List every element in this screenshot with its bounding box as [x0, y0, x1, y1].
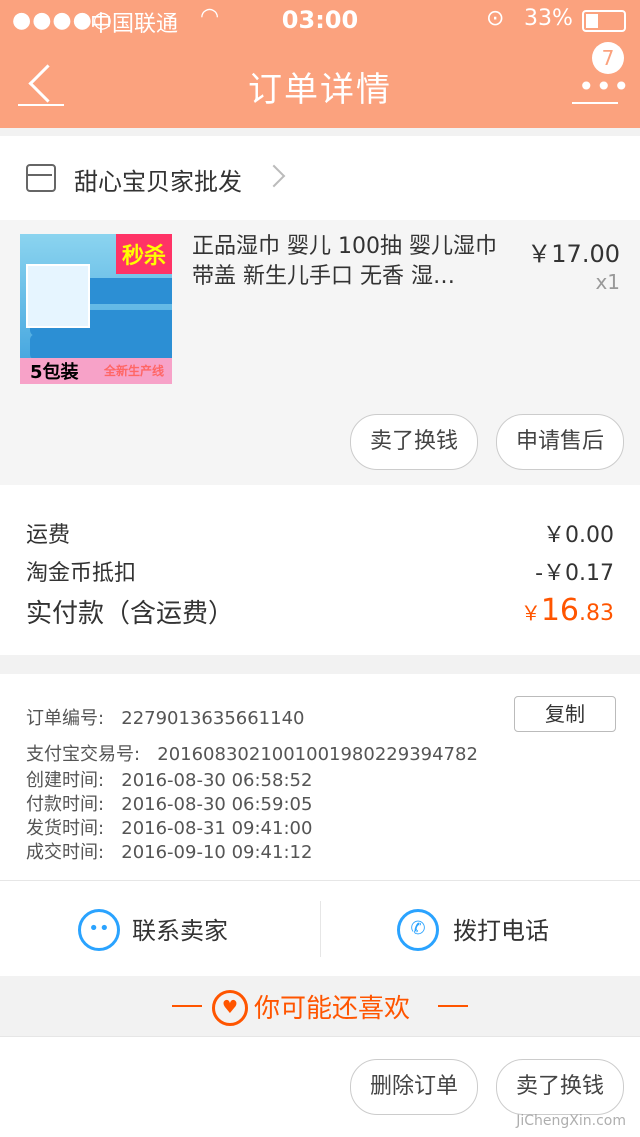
coin-value: -￥0.17	[535, 561, 614, 586]
contact-seller-button[interactable]: •• 联系卖家	[0, 881, 320, 977]
status-bar: ●●●●○ 中国联通 ◠ 03:00 ⊙ 33%	[0, 0, 640, 40]
coin-label: 淘金币抵扣	[26, 561, 137, 586]
shipped-time: 2016-08-31 09:41:00	[121, 818, 313, 839]
heart-icon: ♥	[212, 990, 248, 1026]
paid-label: 付款时间:	[26, 794, 105, 815]
call-button[interactable]: ✆ 拨打电话	[321, 881, 640, 977]
battery-percent: 33%	[524, 6, 573, 31]
done-time: 2016-09-10 09:41:12	[121, 842, 313, 863]
sell-for-cash-bottom-button[interactable]: 卖了换钱	[496, 1059, 624, 1115]
product-thumbnail[interactable]: 秒杀 5包装 全新生产线	[20, 234, 172, 384]
after-sales-button[interactable]: 申请售后	[496, 414, 624, 470]
total-label: 实付款（含运费）	[26, 599, 235, 629]
notification-badge: 7	[592, 42, 624, 74]
right-divider-line	[438, 1005, 468, 1007]
shipping-value: ￥0.00	[543, 523, 614, 548]
watermark: JiChengXin.com	[516, 1113, 626, 1129]
page-title: 订单详情	[248, 70, 392, 110]
created-row: 创建时间: 2016-08-30 06:58:52	[26, 766, 312, 792]
shipping-label: 运费	[26, 523, 71, 548]
order-number-row: 订单编号: 2279013635661140	[26, 704, 304, 730]
shipped-label: 发货时间:	[26, 818, 105, 839]
call-label: 拨打电话	[453, 917, 549, 945]
contact-seller-label: 联系卖家	[132, 917, 228, 945]
header-bar: ●●●●○ 中国联通 ◠ 03:00 ⊙ 33% 订单详情 ••• 7	[0, 0, 640, 128]
promo-tag: 秒杀	[115, 234, 172, 274]
cost-summary: 运费 ￥0.00 淘金币抵扣 -￥0.17 实付款（含运费） ￥16.83	[0, 485, 640, 655]
delete-order-button[interactable]: 删除订单	[350, 1059, 478, 1115]
shop-name: 甜心宝贝家批发	[74, 168, 242, 196]
thumb-pack-count: 5包装	[30, 362, 79, 383]
store-icon	[26, 164, 56, 192]
left-divider-line	[172, 1005, 202, 1007]
wipes-package-image	[26, 264, 90, 328]
paid-time: 2016-08-30 06:59:05	[121, 794, 313, 815]
alipay-number: 2016083021001001980229394782	[157, 744, 478, 765]
created-label: 创建时间:	[26, 770, 105, 791]
alipay-row: 支付宝交易号: 2016083021001001980229394782	[26, 740, 478, 766]
chevron-right-icon	[262, 164, 286, 188]
product-quantity: x1	[595, 270, 620, 294]
created-time: 2016-08-30 06:58:52	[121, 770, 313, 791]
thumb-tagline: 全新生产线	[104, 364, 165, 378]
product-price: ￥17.00	[527, 240, 620, 268]
alipay-label: 支付宝交易号:	[26, 744, 141, 765]
more-dots-icon: •••	[578, 70, 631, 103]
shop-row[interactable]: 甜心宝贝家批发	[0, 136, 640, 220]
copy-button[interactable]: 复制	[514, 696, 616, 732]
done-row: 成交时间: 2016-09-10 09:41:12	[26, 838, 312, 864]
recommend-title: 你可能还喜欢	[254, 994, 411, 1024]
order-number: 2279013635661140	[121, 708, 305, 729]
order-info: 订单编号: 2279013635661140 复制 支付宝交易号: 201608…	[0, 674, 640, 880]
contact-bar: •• 联系卖家 ✆ 拨打电话	[0, 880, 640, 977]
product-title[interactable]: 正品湿巾 婴儿 100抽 婴儿湿巾带盖 新生儿手口 无香 湿…	[192, 232, 512, 292]
sell-for-cash-button[interactable]: 卖了换钱	[350, 414, 478, 470]
order-item[interactable]: 秒杀 5包装 全新生产线 正品湿巾 婴儿 100抽 婴儿湿巾带盖 新生儿手口 无…	[0, 220, 640, 485]
bottom-action-bar: 删除订单 卖了换钱 JiChengXin.com	[0, 1036, 640, 1137]
done-label: 成交时间:	[26, 842, 105, 863]
shipped-row: 发货时间: 2016-08-31 09:41:00	[26, 814, 312, 840]
phone-icon: ✆	[397, 909, 439, 951]
paid-row: 付款时间: 2016-08-30 06:59:05	[26, 790, 312, 816]
rotation-lock-icon: ⊙	[486, 6, 505, 31]
order-number-label: 订单编号:	[26, 708, 105, 729]
recommend-header: ♥ 你可能还喜欢	[0, 976, 640, 1036]
total-value: ￥16.83	[520, 593, 614, 628]
smiley-chat-icon: ••	[78, 909, 120, 951]
battery-icon	[582, 10, 626, 32]
